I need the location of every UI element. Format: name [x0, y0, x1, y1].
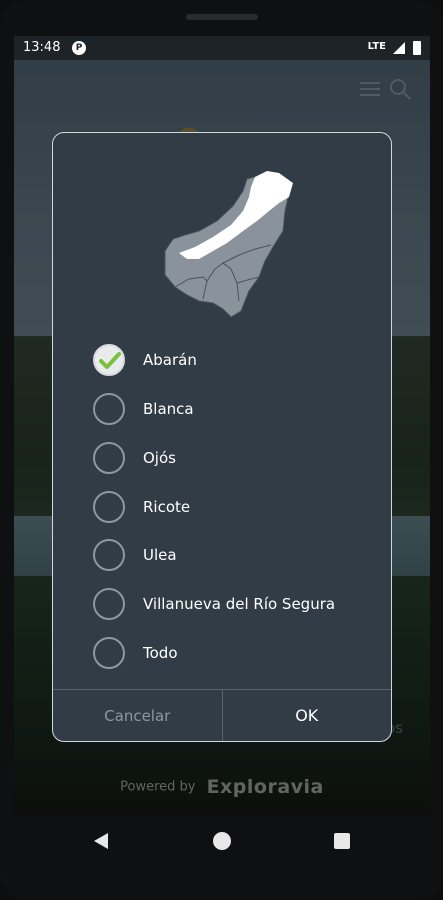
radio-button[interactable]: [93, 393, 125, 425]
option-ulea[interactable]: Ulea: [93, 538, 363, 572]
phone-device: os Powered by Exploravia 13:48 P LTE Aba…: [0, 0, 443, 900]
option-blanca[interactable]: Blanca: [93, 392, 363, 426]
radio-button[interactable]: [93, 539, 125, 571]
ok-button[interactable]: OK: [223, 690, 392, 741]
option-abaran[interactable]: Abarán: [93, 343, 363, 377]
app-notification-icon: P: [72, 41, 86, 55]
radio-button[interactable]: [93, 491, 125, 523]
battery-icon: [413, 41, 421, 55]
cancel-button[interactable]: Cancelar: [53, 690, 223, 741]
speaker-grille: [186, 14, 258, 20]
powered-by-label: Powered by: [120, 779, 196, 795]
option-ricote[interactable]: Ricote: [93, 490, 363, 524]
signal-icon: [393, 42, 405, 54]
status-bar: 13:48 P LTE: [14, 36, 430, 60]
option-label: Ricote: [143, 498, 191, 516]
status-time: 13:48: [23, 40, 61, 55]
screen: os Powered by Exploravia 13:48 P LTE Aba…: [14, 36, 430, 816]
network-type: LTE: [367, 41, 386, 52]
region-map-icon: [164, 171, 293, 318]
check-icon: [99, 352, 121, 369]
recents-icon[interactable]: [334, 833, 350, 849]
municipality-dialog: Abarán Blanca Ojós Ricote Ulea Villanuev…: [52, 132, 392, 742]
dialog-actions: Cancelar OK: [53, 689, 391, 741]
option-villanueva[interactable]: Villanueva del Río Segura: [93, 587, 363, 621]
radio-button[interactable]: [93, 442, 125, 474]
option-label: Ulea: [143, 546, 177, 564]
back-icon[interactable]: [92, 832, 110, 850]
option-ojos[interactable]: Ojós: [93, 441, 363, 475]
option-label: Blanca: [143, 400, 194, 418]
brand-logo: Exploravia: [206, 776, 324, 798]
navigation-bar: [0, 816, 443, 900]
option-label: Villanueva del Río Segura: [143, 595, 336, 613]
option-label: Todo: [143, 644, 178, 662]
powered-by-footer: Powered by Exploravia: [14, 776, 430, 798]
option-label: Ojós: [143, 449, 176, 467]
option-todo[interactable]: Todo: [93, 636, 363, 670]
option-label: Abarán: [143, 351, 197, 369]
home-icon[interactable]: [213, 832, 231, 850]
radio-button[interactable]: [93, 344, 125, 376]
radio-button[interactable]: [93, 637, 125, 669]
radio-button[interactable]: [93, 588, 125, 620]
